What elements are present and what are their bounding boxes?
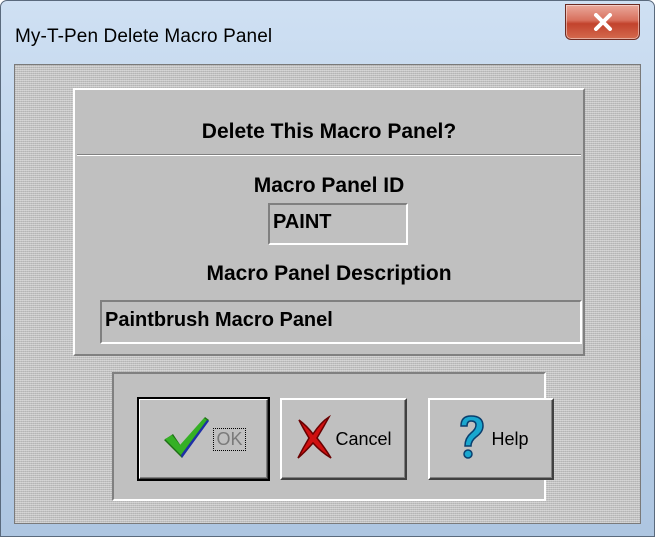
help-button[interactable]: Help bbox=[428, 398, 554, 480]
window-title: My-T-Pen Delete Macro Panel bbox=[15, 26, 273, 47]
button-group: OK Cancel Help bbox=[112, 372, 554, 501]
help-label: Help bbox=[491, 428, 529, 449]
close-icon bbox=[593, 13, 613, 31]
ok-button[interactable]: OK bbox=[137, 397, 270, 481]
dialog-window: My-T-Pen Delete Macro Panel Delete This … bbox=[0, 0, 655, 537]
dialog-heading: Delete This Macro Panel? bbox=[201, 120, 457, 143]
cancel-button[interactable]: Cancel bbox=[280, 398, 407, 480]
macro-panel-id-label: Macro Panel ID bbox=[253, 174, 405, 197]
macro-panel-info: Delete This Macro Panel? Macro Panel ID … bbox=[73, 88, 585, 356]
close-button[interactable] bbox=[565, 4, 640, 40]
check-icon bbox=[161, 414, 211, 465]
divider bbox=[77, 154, 581, 156]
ok-label: OK bbox=[213, 427, 246, 451]
cancel-label: Cancel bbox=[335, 428, 392, 449]
macro-panel-description-label: Macro Panel Description bbox=[206, 262, 452, 285]
question-mark-icon bbox=[453, 412, 489, 467]
title-bar[interactable]: My-T-Pen Delete Macro Panel bbox=[1, 1, 654, 61]
x-mark-icon bbox=[295, 414, 333, 465]
macro-panel-id-field: PAINT bbox=[268, 203, 408, 245]
dialog-body: Delete This Macro Panel? Macro Panel ID … bbox=[14, 64, 641, 524]
macro-panel-description-field: Paintbrush Macro Panel bbox=[100, 300, 582, 344]
